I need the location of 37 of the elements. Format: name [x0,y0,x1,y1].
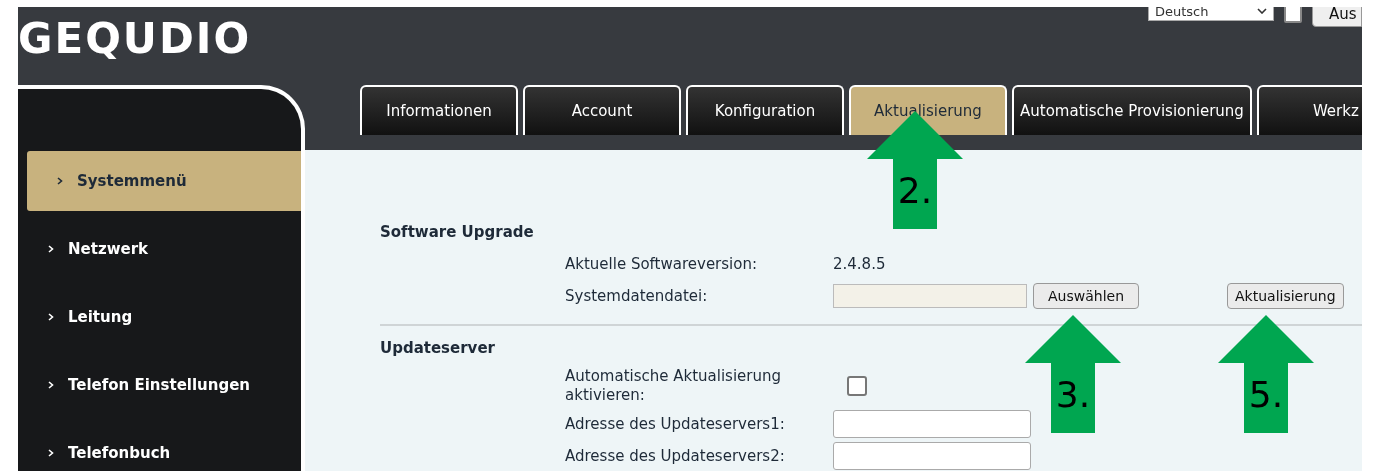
step-number: 3. [1054,373,1092,417]
version-value: 2.4.8.5 [833,255,886,273]
sidebar-item[interactable]: Netzwerk [18,219,301,279]
logo: GEQUDIO [18,13,252,65]
chevron-icon [57,177,63,185]
field-label: Automatische Aktualisierung aktivieren: [564,367,783,405]
sidebar-item[interactable]: Telefonbuch [18,423,301,471]
tab[interactable]: Automatische Provisionierung [1012,85,1252,135]
browse-button[interactable]: Auswählen [1033,283,1140,309]
tab[interactable]: Werkz [1256,85,1362,135]
tab[interactable]: Account [523,85,681,135]
logout-button[interactable]: Aus [1312,7,1362,27]
update-button[interactable]: Aktualisierung [1227,283,1344,309]
step-number: 2. [896,169,934,213]
field-label: Systemdatendatei: [564,286,709,306]
section-title: Updateserver [380,338,496,359]
checkbox[interactable] [847,376,867,396]
section-title: Software Upgrade [380,222,535,243]
chevron-icon [48,449,54,457]
sidebar-item[interactable]: Leitung [18,287,301,347]
sidebar-item[interactable]: Telefon Einstellungen [18,355,301,415]
input-field[interactable] [833,442,1031,470]
input-field[interactable] [833,410,1031,438]
tab[interactable]: Aktualisierung [849,85,1007,135]
step-number: 5. [1247,373,1285,417]
checkbox[interactable] [1284,7,1302,23]
sidebar-item[interactable]: Systemmenü [27,151,301,211]
tab[interactable]: Konfiguration [686,85,844,135]
field-label: Adresse des Updateservers2: [564,446,786,466]
field-label: Adresse des Updateservers1: [564,414,786,434]
file-field[interactable] [833,284,1027,308]
chevron-icon [48,381,54,389]
chevron-icon [48,245,54,253]
chevron-icon [48,313,54,321]
tab[interactable]: Informationen [360,85,518,135]
field-label: Aktuelle Softwareversion: [564,254,758,274]
caret-icon [1257,8,1267,14]
